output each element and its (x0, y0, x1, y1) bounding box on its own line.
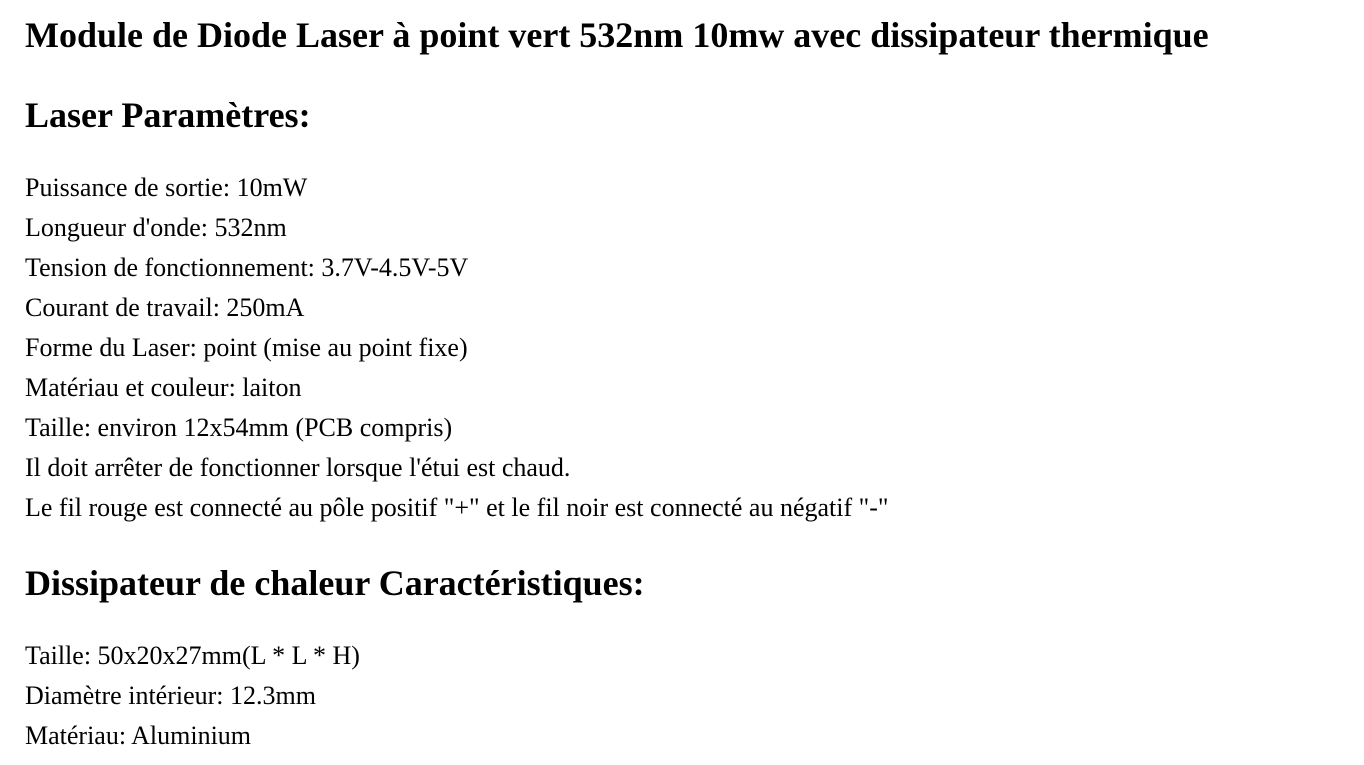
laser-param-item: Puissance de sortie: 10mW (25, 173, 308, 202)
laser-param-item: Il doit arrêter de fonctionner lorsque l… (25, 453, 571, 482)
laser-param-item: Courant de travail: 250mA (25, 293, 305, 322)
laser-param-item: Le fil rouge est connecté au pôle positi… (25, 493, 889, 522)
laser-param-item: Tension de fonctionnement: 3.7V-4.5V-5V (25, 253, 469, 282)
heatsink-item: Taille: 50x20x27mm(L * L * H) (25, 641, 360, 670)
heatsink-item: Matériau: Aluminium (25, 721, 252, 750)
heatsink-list: Taille: 50x20x27mm(L * L * H) Diamètre i… (25, 636, 1364, 756)
product-description: Module de Diode Laser à point vert 532nm… (0, 0, 1364, 756)
page-title: Module de Diode Laser à point vert 532nm… (25, 15, 1209, 55)
laser-params-heading: Laser Paramètres: (25, 95, 311, 135)
laser-params-list: Puissance de sortie: 10mW Longueur d'ond… (25, 168, 1364, 528)
heatsink-heading: Dissipateur de chaleur Caractéristiques: (25, 563, 645, 603)
laser-param-item: Matériau et couleur: laiton (25, 373, 302, 402)
laser-param-item: Taille: environ 12x54mm (PCB compris) (25, 413, 453, 442)
laser-param-item: Longueur d'onde: 532nm (25, 213, 287, 242)
heatsink-item: Diamètre intérieur: 12.3mm (25, 681, 316, 710)
laser-param-item: Forme du Laser: point (mise au point fix… (25, 333, 468, 362)
